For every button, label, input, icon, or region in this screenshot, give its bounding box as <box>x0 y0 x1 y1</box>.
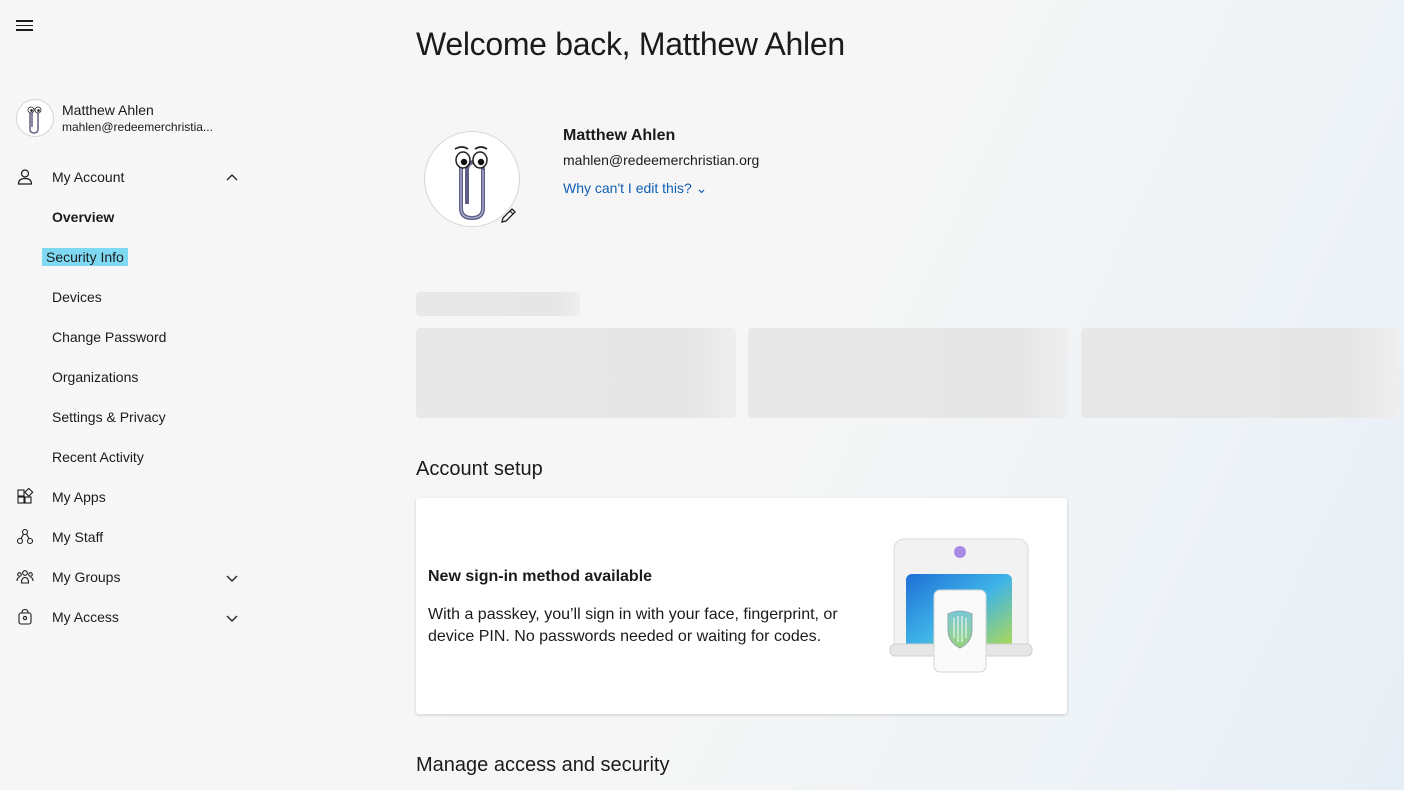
nav-my-access-label: My Access <box>52 609 119 625</box>
nav-my-groups-label: My Groups <box>52 569 121 585</box>
nav-my-apps-label: My Apps <box>52 489 106 505</box>
account-setup-heading: Account setup <box>416 458 543 480</box>
nav-change-password[interactable]: Change Password <box>0 317 260 357</box>
hamburger-icon[interactable] <box>14 17 34 37</box>
user-name: Matthew Ahlen <box>62 102 154 118</box>
nav-my-staff[interactable]: My Staff <box>0 517 260 557</box>
chevron-down-icon[interactable] <box>224 570 240 586</box>
nav-my-access[interactable]: My Access <box>0 597 260 637</box>
nav-recent-activity-label: Recent Activity <box>52 449 144 465</box>
page-title: Welcome back, Matthew Ahlen <box>416 26 845 62</box>
nav-devices[interactable]: Devices <box>0 277 260 317</box>
nav-my-account-label: My Account <box>52 169 125 185</box>
chevron-up-icon[interactable] <box>224 170 240 186</box>
nav-change-password-label: Change Password <box>52 329 167 345</box>
nav-my-staff-label: My Staff <box>52 529 104 545</box>
loading-placeholder-card <box>416 328 736 418</box>
nav-my-account[interactable]: My Account <box>0 157 260 197</box>
nav-devices-label: Devices <box>52 289 102 305</box>
chevron-down-icon[interactable] <box>224 610 240 626</box>
passkey-card-title: New sign-in method available <box>428 568 653 585</box>
access-icon <box>18 608 32 625</box>
sidebar: Matthew Ahlen mahlen@redeemerchristia...… <box>0 0 260 790</box>
nav-settings-privacy-label: Settings & Privacy <box>52 409 166 425</box>
user-profile[interactable]: Matthew Ahlen mahlen@redeemerchristia... <box>16 99 246 137</box>
nav-overview[interactable]: Overview <box>0 197 260 237</box>
nav-organizations[interactable]: Organizations <box>0 357 260 397</box>
edit-pencil-icon[interactable] <box>498 206 518 226</box>
groups-icon <box>16 570 34 584</box>
profile-name: Matthew Ahlen <box>563 127 676 144</box>
manage-access-heading: Manage access and security <box>416 754 670 776</box>
nav-security-info-label: Security Info <box>42 248 128 266</box>
profile-email: mahlen@redeemerchristian.org <box>563 152 760 168</box>
nav-my-apps[interactable]: My Apps <box>0 477 260 517</box>
avatar <box>16 99 54 137</box>
nav-settings-privacy[interactable]: Settings & Privacy <box>0 397 260 437</box>
person-icon <box>17 169 33 185</box>
loading-placeholder-card <box>748 328 1068 418</box>
why-cant-edit-link[interactable]: Why can't I edit this? ⌄ <box>563 180 707 197</box>
staff-icon <box>16 528 34 545</box>
user-email: mahlen@redeemerchristia... <box>62 120 213 134</box>
nav-security-info[interactable]: Security Info <box>0 237 260 277</box>
nav-overview-label: Overview <box>52 209 115 225</box>
main-content: Welcome back, Matthew Ahlen Matthew Ahle… <box>416 0 1404 790</box>
apps-icon <box>17 488 34 504</box>
loading-placeholder-card <box>1081 328 1399 418</box>
passkey-card[interactable]: New sign-in method available With a pass… <box>416 498 1067 714</box>
passkey-card-description: With a passkey, you’ll sign in with your… <box>428 606 838 645</box>
passkey-illustration-icon <box>889 538 1033 673</box>
nav-recent-activity[interactable]: Recent Activity <box>0 437 260 477</box>
nav-my-groups[interactable]: My Groups <box>0 557 260 597</box>
nav-organizations-label: Organizations <box>52 369 139 385</box>
loading-placeholder-heading <box>416 292 580 316</box>
